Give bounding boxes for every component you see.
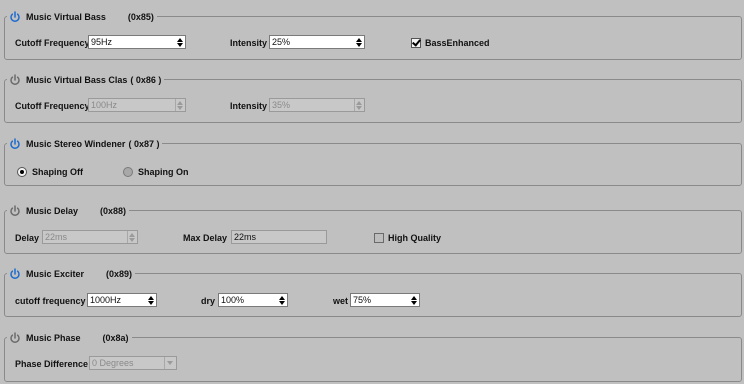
- power-icon[interactable]: [9, 332, 21, 344]
- spin-arrows-icon: [354, 99, 363, 111]
- shaping-off-label: Shaping Off: [32, 167, 83, 177]
- group-code: ( 0x86 ): [130, 75, 162, 85]
- group-title: Music Delay: [26, 206, 79, 216]
- group-title: Music Exciter: [26, 269, 85, 279]
- phase-difference-value: 0 Degrees: [92, 358, 134, 368]
- dry-label: dry: [201, 296, 216, 306]
- cutoff-frequency-label: Cutoff Frequency: [15, 38, 90, 48]
- group-header: Music Stereo Windener ( 0x87 ): [7, 136, 163, 152]
- group-delay: Music Delay (0x88) Delay 22ms Max Delay …: [4, 203, 742, 254]
- intensity-value: 35%: [272, 100, 291, 110]
- spin-arrows-icon[interactable]: [278, 294, 286, 306]
- group-code: (0x88): [100, 206, 127, 216]
- group-title: Music Stereo Windener: [26, 139, 126, 149]
- chevron-down-icon: [164, 357, 175, 369]
- intensity-spinbox: 35%: [269, 98, 365, 112]
- exciter-cutoff-label: cutoff frequency: [15, 296, 86, 306]
- wet-label: wet: [333, 296, 349, 306]
- dry-value: 100%: [221, 295, 245, 305]
- group-virtual-bass: Music Virtual Bass (0x85) Cutoff Frequen…: [4, 9, 742, 60]
- group-code: ( 0x87 ): [128, 139, 160, 149]
- max-delay-value: 22ms: [234, 232, 257, 242]
- group-header: Music Phase (0x8a): [7, 330, 132, 346]
- exciter-cutoff-value: 1000Hz: [90, 295, 122, 305]
- group-exciter: Music Exciter (0x89) cutoff frequency 10…: [4, 266, 742, 317]
- wet-spinbox[interactable]: 75%: [350, 293, 420, 307]
- wet-value: 75%: [353, 295, 372, 305]
- group-title: Music Virtual Bass Clas: [26, 75, 128, 85]
- group-stereo-widener: Music Stereo Windener ( 0x87 ) Shaping O…: [4, 136, 742, 186]
- group-phase: Music Phase (0x8a) Phase Difference 0 De…: [4, 330, 742, 382]
- bass-enhanced-checkbox[interactable]: [411, 38, 421, 48]
- group-code: (0x85): [127, 12, 154, 22]
- group-header: Music Virtual Bass Clas ( 0x86 ): [7, 72, 165, 88]
- cutoff-frequency-spinbox[interactable]: 95Hz: [88, 35, 186, 49]
- intensity-label: Intensity: [230, 101, 268, 111]
- high-quality-label: High Quality: [388, 233, 442, 243]
- group-title: Music Virtual Bass: [26, 12, 106, 22]
- spin-arrows-icon: [127, 231, 136, 243]
- spin-arrows-icon: [175, 99, 184, 111]
- exciter-cutoff-spinbox[interactable]: 1000Hz: [87, 293, 157, 307]
- group-header: Music Virtual Bass (0x85): [7, 9, 157, 25]
- power-icon[interactable]: [9, 11, 21, 23]
- shaping-on-label: Shaping On: [138, 167, 189, 177]
- phase-difference-label: Phase Difference: [15, 359, 89, 369]
- phase-difference-combo: 0 Degrees: [89, 356, 177, 370]
- cutoff-frequency-value: 100Hz: [91, 100, 118, 110]
- power-icon[interactable]: [9, 205, 21, 217]
- intensity-spinbox[interactable]: 25%: [269, 35, 365, 49]
- delay-label: Delay: [15, 233, 40, 243]
- cutoff-frequency-value: 95Hz: [91, 37, 113, 47]
- delay-value: 22ms: [45, 232, 68, 242]
- power-icon[interactable]: [9, 74, 21, 86]
- spin-arrows-icon[interactable]: [355, 36, 363, 48]
- max-delay-field: 22ms: [231, 230, 327, 244]
- bass-enhanced-label: BassEnhanced: [425, 38, 490, 48]
- group-header: Music Delay (0x88): [7, 203, 130, 219]
- group-header: Music Exciter (0x89): [7, 266, 136, 282]
- group-code: (0x8a): [102, 333, 129, 343]
- spin-arrows-icon[interactable]: [147, 294, 155, 306]
- delay-spinbox: 22ms: [42, 230, 138, 244]
- intensity-value: 25%: [272, 37, 291, 47]
- group-title: Music Phase: [26, 333, 81, 343]
- group-virtual-bass-classic: Music Virtual Bass Clas ( 0x86 ) Cutoff …: [4, 72, 742, 123]
- power-icon[interactable]: [9, 268, 21, 280]
- shaping-on-radio[interactable]: [123, 167, 133, 177]
- power-icon[interactable]: [9, 138, 21, 150]
- high-quality-checkbox[interactable]: [374, 233, 384, 243]
- spin-arrows-icon[interactable]: [410, 294, 418, 306]
- spin-arrows-icon[interactable]: [176, 36, 184, 48]
- shaping-off-radio[interactable]: [17, 167, 27, 177]
- max-delay-label: Max Delay: [183, 233, 228, 243]
- group-code: (0x89): [106, 269, 133, 279]
- cutoff-frequency-label: Cutoff Frequency: [15, 101, 90, 111]
- cutoff-frequency-spinbox: 100Hz: [88, 98, 186, 112]
- dry-spinbox[interactable]: 100%: [218, 293, 288, 307]
- intensity-label: Intensity: [230, 38, 268, 48]
